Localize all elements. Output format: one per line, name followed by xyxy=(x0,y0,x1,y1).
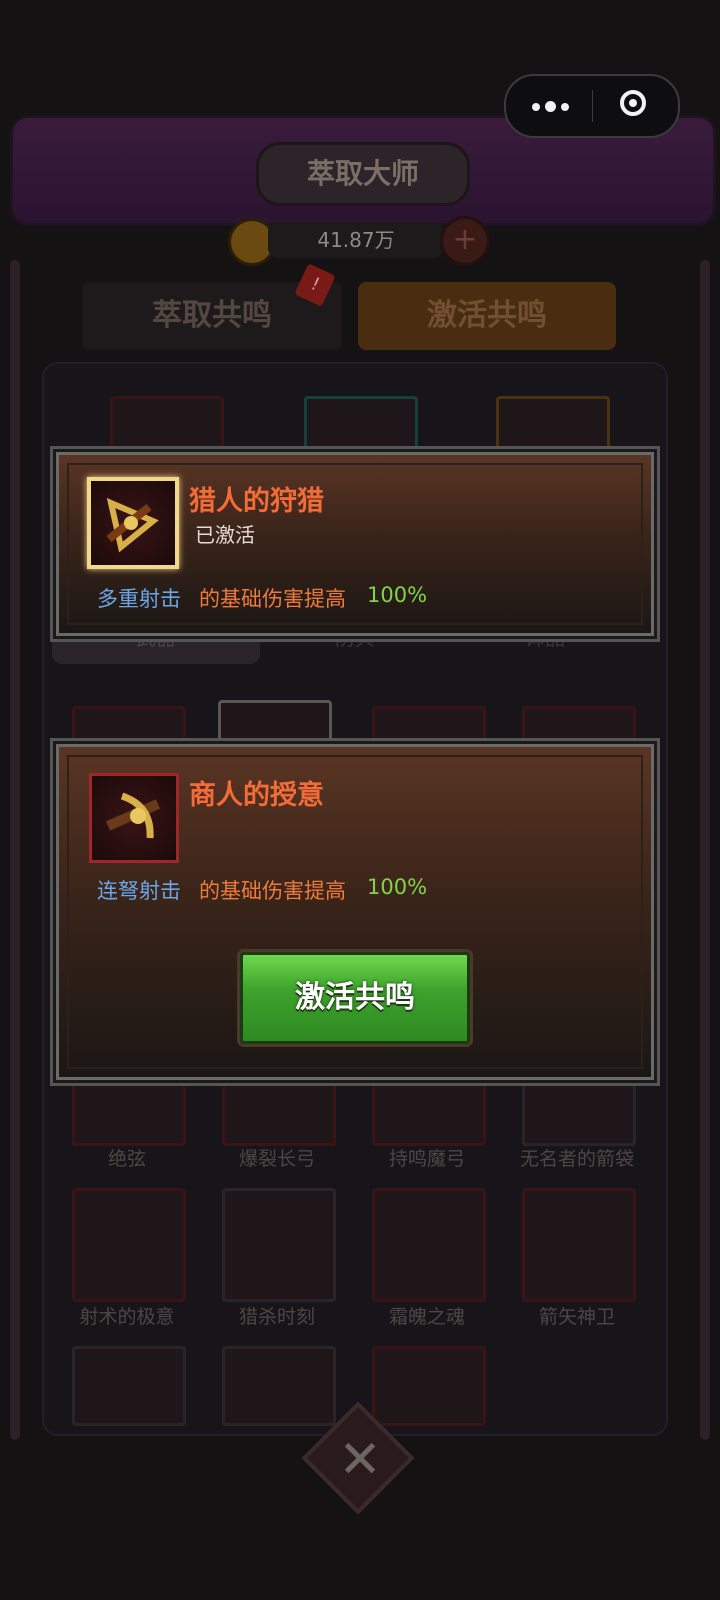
exit-button[interactable] xyxy=(594,76,678,136)
dot-icon xyxy=(561,103,569,111)
more-menu-button[interactable] xyxy=(506,76,592,136)
activated-status: 已激活 xyxy=(195,523,255,547)
item-slot[interactable] xyxy=(372,1188,486,1302)
item-name: 射术的极意 xyxy=(79,1306,175,1328)
resonance-popup-activated: 猎人的狩猎 已激活 多重射击 的基础伤害提高 100% xyxy=(56,452,654,636)
miniprogram-capsule xyxy=(504,74,680,138)
item-slot[interactable] xyxy=(72,1346,186,1426)
skill-name: 多重射击 xyxy=(97,587,181,611)
item-name: 霜魄之魂 xyxy=(388,1306,465,1328)
item-slot[interactable] xyxy=(222,1346,336,1426)
dot-icon xyxy=(545,101,556,112)
item-slot[interactable] xyxy=(372,1346,486,1426)
page-title: 萃取大师 xyxy=(256,142,470,206)
currency-value: 41.87万 xyxy=(268,222,444,258)
add-currency-button[interactable]: + xyxy=(440,216,490,266)
effect-text: 的基础伤害提高 xyxy=(199,587,346,611)
crossbow-icon xyxy=(87,477,179,569)
effect-percent: 100% xyxy=(367,583,428,607)
item-name: 绝弦 xyxy=(107,1148,146,1170)
tab-activate-resonance[interactable]: 激活共鸣 xyxy=(358,282,616,350)
effect-text: 的基础伤害提高 xyxy=(199,879,346,903)
item-slot[interactable] xyxy=(522,1188,636,1302)
item-name: 持鸣魔弓 xyxy=(388,1148,465,1170)
activate-resonance-button[interactable]: 激活共鸣 xyxy=(240,952,470,1044)
popup-title: 猎人的狩猎 xyxy=(189,486,324,517)
frame-right xyxy=(700,260,710,1440)
item-slot[interactable] xyxy=(222,1188,336,1302)
item-name: 箭矢神卫 xyxy=(538,1306,615,1328)
popup-title: 商人的授意 xyxy=(189,780,324,811)
close-x-icon[interactable]: ✕ xyxy=(330,1430,390,1490)
frame-left xyxy=(10,260,20,1440)
target-icon-dot xyxy=(629,99,637,107)
item-slot[interactable] xyxy=(72,1188,186,1302)
effect-percent: 100% xyxy=(367,875,428,899)
item-name: 爆裂长弓 xyxy=(238,1148,315,1170)
dot-icon xyxy=(532,103,540,111)
item-name: 无名者的箭袋 xyxy=(519,1148,634,1170)
item-name: 猎杀时刻 xyxy=(238,1306,315,1328)
capsule-divider xyxy=(592,90,593,122)
skill-name: 连弩射击 xyxy=(97,879,181,903)
crossbow-icon xyxy=(89,773,179,863)
